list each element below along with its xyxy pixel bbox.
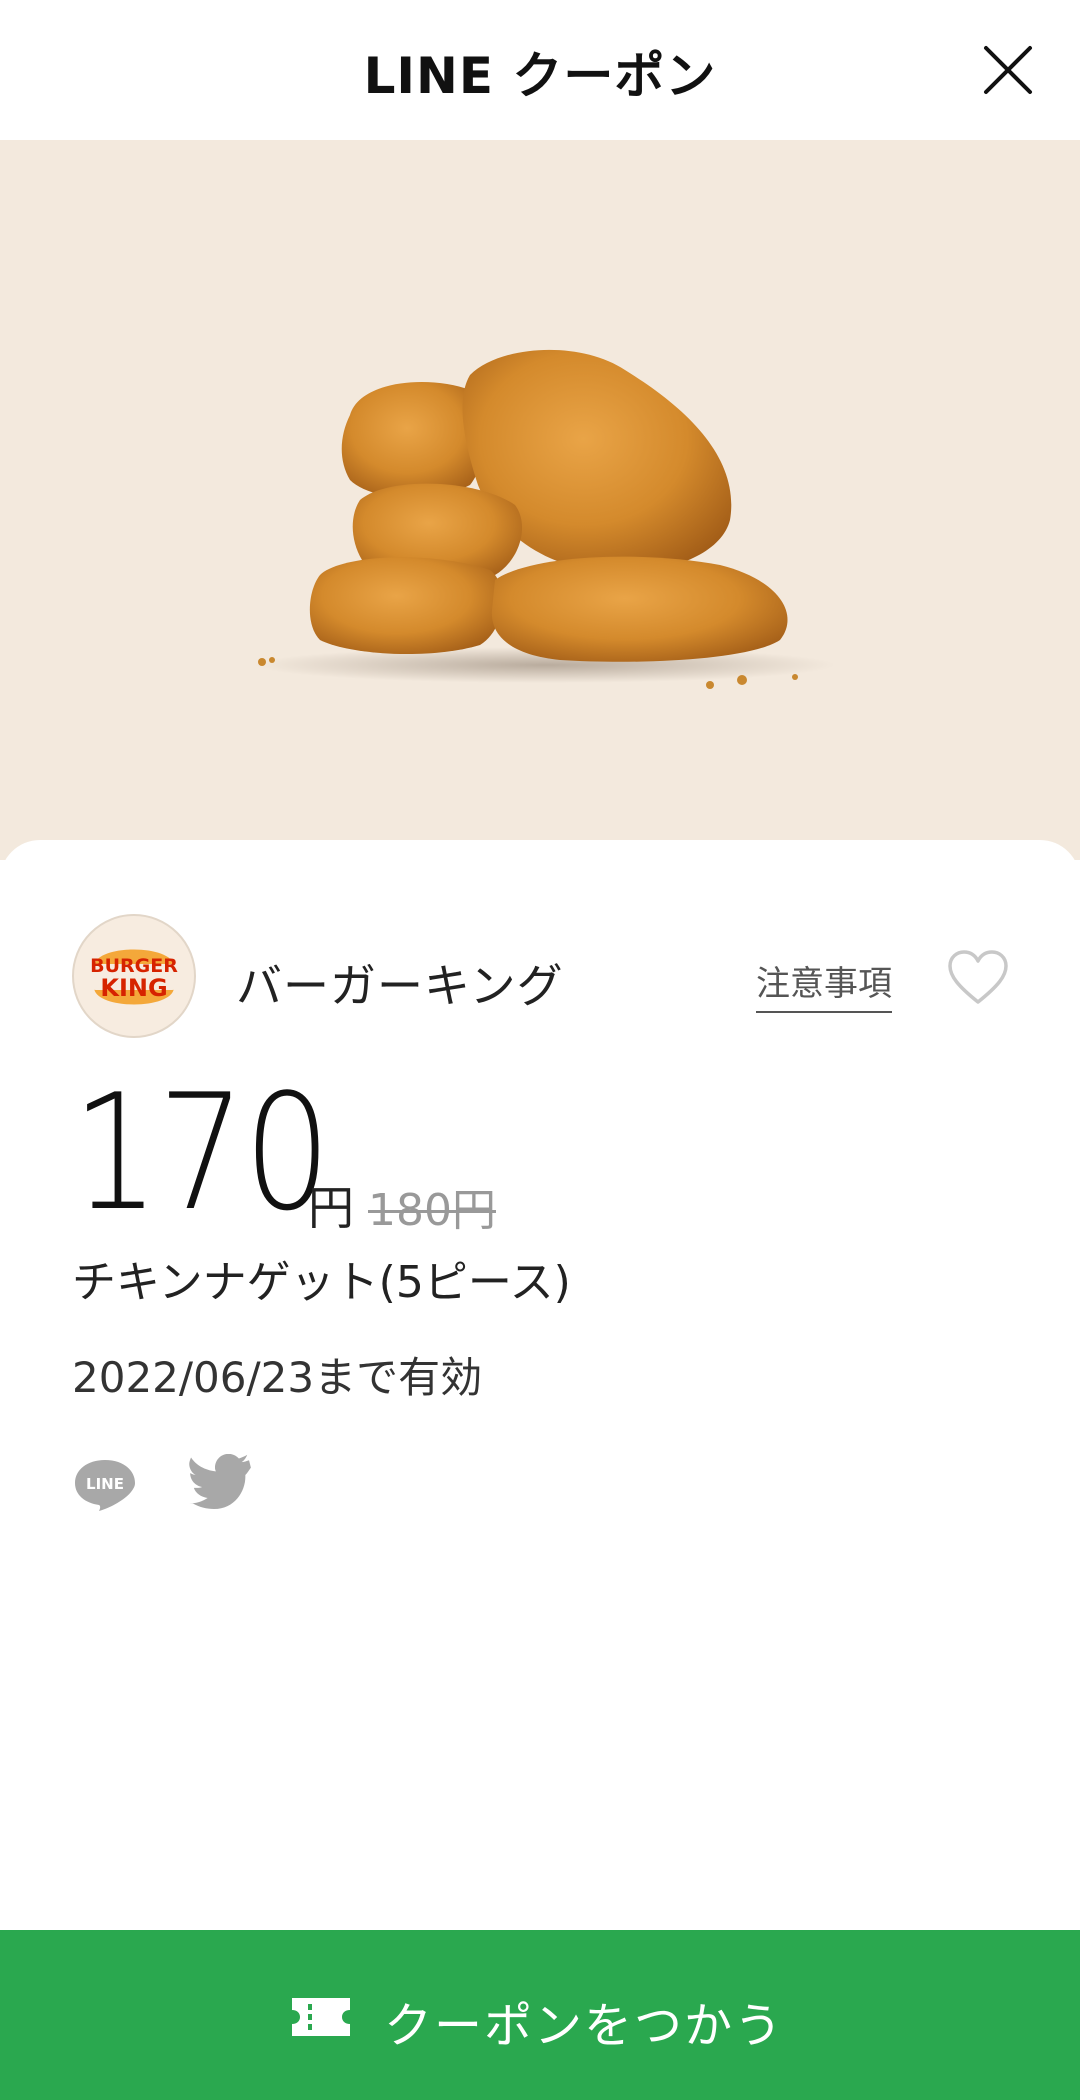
brand-logo: BURGER KING — [72, 914, 196, 1038]
price-current: 170 — [72, 1059, 331, 1246]
coupon-page: LINE クーポン BURGER KING バーガーキング 注意事項 170 円… — [0, 0, 1080, 2100]
line-icon-label: LINE — [86, 1475, 124, 1493]
use-coupon-label: クーポンをつかう — [384, 1998, 785, 2054]
page-title: LINE クーポン — [363, 47, 717, 105]
price: 170 円 180円 — [72, 1068, 972, 1238]
svg-text:KING: KING — [100, 974, 167, 1002]
price-unit: 円 — [308, 1181, 354, 1235]
nuggets-illustration — [255, 349, 835, 689]
share-twitter-button[interactable] — [188, 1453, 254, 1512]
price-original: 180円 — [368, 1185, 496, 1236]
header: LINE クーポン — [0, 0, 1080, 140]
close-button[interactable] — [978, 40, 1038, 100]
brand-name: バーガーキング — [236, 959, 564, 1013]
ticket-icon — [292, 1998, 350, 2036]
use-coupon-button[interactable]: クーポンをつかう — [0, 1930, 1080, 2100]
share-line-button[interactable]: LINE — [72, 1456, 138, 1512]
favorite-button[interactable] — [946, 948, 1010, 1008]
twitter-icon — [189, 1453, 251, 1510]
notes-link[interactable]: 注意事項 — [756, 956, 892, 1013]
heart-icon — [948, 950, 1008, 1004]
burger-king-logo-icon: BURGER KING — [72, 914, 196, 1038]
close-icon — [984, 46, 1032, 94]
line-icon: LINE — [75, 1460, 135, 1511]
product-image — [0, 140, 1080, 860]
valid-until: 2022/06/23まで有効 — [72, 1353, 483, 1402]
coupon-card: BURGER KING バーガーキング 注意事項 170 円 180円 チキンナ… — [0, 840, 1080, 1930]
product-name: チキンナゲット(5ピース) — [72, 1257, 571, 1308]
